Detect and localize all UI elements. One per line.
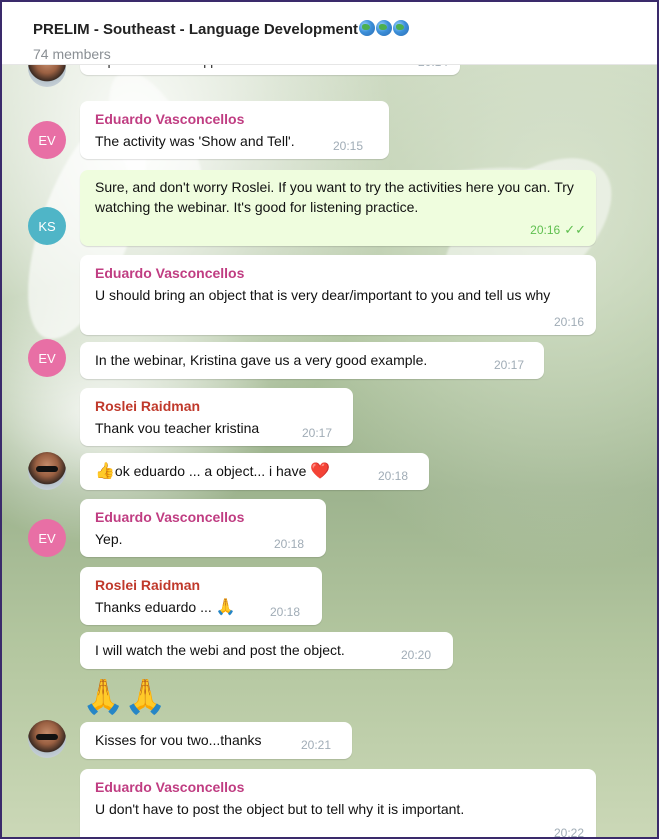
message-bubble[interactable]: 👍ok eduardo ... a object... i have ❤️ 20… xyxy=(80,453,429,490)
message-bubble[interactable]: I will watch the webi and post the objec… xyxy=(80,632,453,669)
message-text: 👍ok eduardo ... a object... i have ❤️ xyxy=(95,461,330,482)
message-bubble[interactable]: Eduardo Vasconcellos U don't have to pos… xyxy=(80,769,596,839)
sender-name[interactable]: Eduardo Vasconcellos xyxy=(95,779,244,795)
avatar[interactable]: EV xyxy=(28,121,66,159)
message-time: 20:15 xyxy=(333,139,364,153)
chat-title-text: PRELIM - Southeast - Language Developmen… xyxy=(33,21,359,38)
message-bubble[interactable]: Eduardo Vasconcellos Yep. 20:18 xyxy=(80,499,326,557)
message-time: 20:16 xyxy=(553,315,584,329)
message-time: 20:21 xyxy=(301,738,332,752)
message-time: 20:16 ✓✓ xyxy=(530,222,586,238)
sender-name[interactable]: Eduardo Vasconcellos xyxy=(95,509,244,525)
avatar[interactable] xyxy=(28,452,66,490)
message-time: 20:17 xyxy=(302,426,333,440)
message-time-value: 20:16 xyxy=(530,223,561,237)
sunglasses-icon xyxy=(36,734,58,740)
message-time: 20:17 xyxy=(494,358,525,372)
message-text: Yep. xyxy=(95,531,123,547)
message-text: In the webinar, Kristina gave us a very … xyxy=(95,352,428,368)
message-bubble-outgoing[interactable]: Sure, and don't worry Roslei. If you wan… xyxy=(80,170,596,246)
message-bubble[interactable]: Kisses for vou two...thanks 20:21 xyxy=(80,722,352,759)
red-heart-icon: ❤️ xyxy=(310,463,331,480)
folded-hands-icon[interactable]: 🙏🙏 xyxy=(82,677,167,717)
message-text-body: Thanks eduardo ... xyxy=(95,599,212,615)
message-text: The activity was 'Show and Tell'. xyxy=(95,133,295,149)
message-time: 20:22 xyxy=(553,826,584,839)
message-time: 20:18 xyxy=(274,537,305,551)
thumbs-up-icon: 👍 xyxy=(95,463,115,480)
sender-name[interactable]: Eduardo Vasconcellos xyxy=(95,111,244,127)
chat-header[interactable]: PRELIM - Southeast - Language Developmen… xyxy=(2,2,657,65)
message-bubble[interactable]: Eduardo Vasconcellos U should bring an o… xyxy=(80,255,596,335)
message-bubble[interactable]: Roslei Raidman Thanks eduardo ... 🙏 20:1… xyxy=(80,567,322,625)
avatar[interactable] xyxy=(28,720,66,758)
earth-africa-icon xyxy=(376,20,393,36)
member-count[interactable]: 74 members xyxy=(33,46,111,62)
chat-title[interactable]: PRELIM - Southeast - Language Developmen… xyxy=(33,20,410,38)
message-text: Thanks eduardo ... 🙏 xyxy=(95,597,236,618)
message-text: Sure, and don't worry Roslei. If you wan… xyxy=(95,179,574,215)
message-bubble[interactable]: Eduardo Vasconcellos The activity was 'S… xyxy=(80,101,389,159)
message-time: 20:20 xyxy=(401,648,432,662)
message-text: Kisses for vou two...thanks xyxy=(95,732,262,748)
message-text: I will watch the webi and post the objec… xyxy=(95,642,345,658)
message-list[interactable]: A primeira coisa q preciso fazer entao..… xyxy=(2,43,657,839)
earth-americas-icon xyxy=(359,20,376,36)
sender-name[interactable]: Roslei Raidman xyxy=(95,577,200,593)
sender-name[interactable]: Eduardo Vasconcellos xyxy=(95,265,244,281)
telegram-chat-window: PRELIM - Southeast - Language Developmen… xyxy=(0,0,659,839)
double-check-icon: ✓✓ xyxy=(564,222,586,237)
avatar[interactable]: EV xyxy=(28,339,66,377)
message-bubble[interactable]: Roslei Raidman Thank vou teacher kristin… xyxy=(80,388,353,446)
message-time: 20:18 xyxy=(378,469,409,483)
message-text: U should bring an object that is very de… xyxy=(95,287,551,303)
sender-name[interactable]: Roslei Raidman xyxy=(95,398,200,414)
avatar[interactable]: EV xyxy=(28,519,66,557)
message-bubble[interactable]: In the webinar, Kristina gave us a very … xyxy=(80,342,544,379)
avatar[interactable]: KS xyxy=(28,207,66,245)
sunglasses-icon xyxy=(36,466,58,472)
message-text-body: ok eduardo ... a object... i have xyxy=(114,463,307,479)
message-text: U don't have to post the object but to t… xyxy=(95,801,465,817)
folded-hands-icon: 🙏 xyxy=(215,599,236,616)
earth-americas-icon xyxy=(393,20,410,36)
message-time: 20:18 xyxy=(270,605,301,619)
message-text: Thank vou teacher kristina xyxy=(95,420,260,436)
